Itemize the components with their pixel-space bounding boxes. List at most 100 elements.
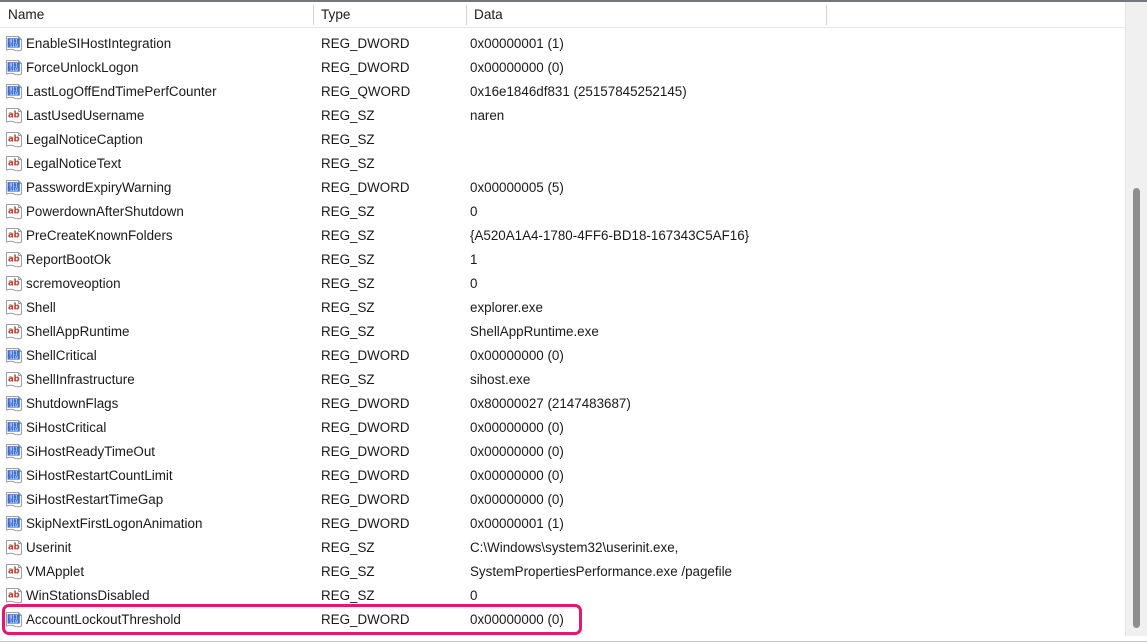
cell-value-data [470,152,1130,176]
cell-value-data: sihost.exe [470,372,531,387]
table-row[interactable]: ab VMApplet REG_SZ SystemPropertiesPerforma… [0,560,1147,584]
cell-value-type: REG_DWORD [321,420,410,435]
registry-dword-icon: 011 110 [5,443,23,461]
cell-value-type: REG_SZ [321,372,375,387]
cell-value-type: REG_DWORD [321,60,410,75]
cell-value-name: LastLogOffEndTimePerfCounter [26,84,217,99]
table-row[interactable]: ab ReportBootOk REG_SZ 1 [0,248,1147,272]
vertical-scrollbar-thumb[interactable] [1133,188,1140,628]
cell-value-name: Shell [26,300,56,315]
cell-value-name: SiHostReadyTimeOut [26,444,155,459]
registry-dword-icon: 011 110 [5,35,23,53]
table-row[interactable]: ab Shell REG_SZ explorer.exe [0,296,1147,320]
table-row[interactable]: 011 110 SiHostRestartCountLimit REG_DWORD 0x… [0,464,1147,488]
cell-value-name: LegalNoticeText [26,156,122,171]
registry-string-icon: ab [5,203,23,221]
cell-value-name: LastUsedUsername [26,108,145,123]
svg-text:110: 110 [10,451,19,457]
svg-text:ab: ab [8,374,20,384]
registry-string-icon: ab [5,251,23,269]
cell-value-data: 0 [470,276,478,291]
column-divider-data-end[interactable] [826,5,827,25]
cell-value-name: PasswordExpiryWarning [26,180,172,195]
table-row[interactable]: ab PreCreateKnownFolders REG_SZ {A520A1A4-1… [0,224,1147,248]
cell-value-data: 1 [470,252,478,267]
cell-value-name: ShutdownFlags [26,396,119,411]
cell-value-name: ReportBootOk [26,252,111,267]
table-row[interactable]: ab ShellAppRuntime REG_SZ ShellAppRuntime.e… [0,320,1147,344]
registry-string-icon: ab [5,539,23,557]
table-row[interactable]: 011 110 SiHostCritical REG_DWORD 0x00000000 … [0,416,1147,440]
table-row[interactable]: ab LastUsedUsername REG_SZ naren [0,104,1147,128]
table-row[interactable]: ab ShellInfrastructure REG_SZ sihost.exe [0,368,1147,392]
table-row[interactable]: 011 110 SiHostReadyTimeOut REG_DWORD 0x00000… [0,440,1147,464]
registry-dword-icon: 011 110 [5,467,23,485]
cell-value-data: SystemPropertiesPerformance.exe /pagefil… [470,564,732,579]
table-row[interactable]: 011 110 ForceUnlockLogon REG_DWORD 0x0000000… [0,56,1147,80]
cell-value-data: 0x00000000 (0) [470,444,564,459]
table-row[interactable]: 011 110 AccountLockoutThreshold REG_DWORD 0x… [0,608,1147,632]
registry-dword-icon: 011 110 [5,179,23,197]
registry-string-icon: ab [5,563,23,581]
cell-value-type: REG_SZ [321,588,375,603]
registry-dword-icon: 011 110 [5,611,23,629]
registry-dword-icon: 011 110 [5,395,23,413]
svg-text:ab: ab [8,254,20,264]
table-row[interactable]: ab LegalNoticeCaption REG_SZ [0,128,1147,152]
cell-value-type: REG_DWORD [321,348,410,363]
registry-string-icon: ab [5,155,23,173]
svg-text:ab: ab [8,590,20,600]
registry-dword-icon: 011 110 [5,515,23,533]
column-divider-type-data[interactable] [466,5,467,25]
table-row[interactable]: ab LegalNoticeText REG_SZ [0,152,1147,176]
vertical-scrollbar-track[interactable] [1125,2,1147,636]
cell-value-data: 0x00000001 (1) [470,36,564,51]
column-header-type[interactable]: Type [313,2,466,28]
cell-value-type: REG_DWORD [321,492,410,507]
cell-value-data: 0x00000000 (0) [470,468,564,483]
cell-value-name: EnableSIHostIntegration [26,36,172,51]
registry-rows-container: 011 110 EnableSIHostIntegration REG_DWORD 0x… [0,28,1147,642]
cell-value-data [470,128,1130,152]
registry-dword-icon: 011 110 [5,347,23,365]
table-row[interactable]: ab scremoveoption REG_SZ 0 [0,272,1147,296]
column-divider-name-type[interactable] [313,5,314,25]
cell-value-type: REG_SZ [321,252,375,267]
svg-text:110: 110 [10,475,19,481]
cell-value-data: 0 [470,588,478,603]
registry-string-icon: ab [5,131,23,149]
svg-text:110: 110 [10,187,19,193]
svg-text:110: 110 [10,91,19,97]
cell-value-type: REG_DWORD [321,36,410,51]
svg-text:ab: ab [8,326,20,336]
cell-value-type: REG_SZ [321,156,375,171]
cell-value-name: ShellAppRuntime [26,324,130,339]
list-column-header: Name Type Data [0,2,1147,28]
table-row[interactable]: 011 110 LastLogOffEndTimePerfCounter REG_QW… [0,80,1147,104]
table-row[interactable]: ab Userinit REG_SZ C:\Windows\system32\user… [0,536,1147,560]
cell-value-name: ForceUnlockLogon [26,60,139,75]
table-row[interactable]: ab WinStationsDisabled REG_SZ 0 [0,584,1147,608]
cell-value-name: PowerdownAfterShutdown [26,204,184,219]
cell-value-name: SiHostRestartTimeGap [26,492,164,507]
registry-string-icon: ab [5,107,23,125]
table-row[interactable]: 011 110 SkipNextFirstLogonAnimation REG_DWO… [0,512,1147,536]
column-header-name[interactable]: Name [0,2,313,28]
table-row[interactable]: ab PowerdownAfterShutdown REG_SZ 0 [0,200,1147,224]
table-row[interactable]: 011 110 ShutdownFlags REG_DWORD 0x80000027 (… [0,392,1147,416]
cell-value-name: ShellCritical [26,348,97,363]
svg-text:110: 110 [10,523,19,529]
cell-value-type: REG_DWORD [321,444,410,459]
registry-string-icon: ab [5,275,23,293]
registry-string-icon: ab [5,323,23,341]
svg-text:ab: ab [8,278,20,288]
registry-dword-icon: 011 110 [5,491,23,509]
cell-value-data: 0 [470,204,478,219]
table-row[interactable]: 011 110 SiHostRestartTimeGap REG_DWORD 0x000… [0,488,1147,512]
table-row[interactable]: 011 110 EnableSIHostIntegration REG_DWORD 0x… [0,32,1147,56]
column-header-data[interactable]: Data [466,2,826,28]
svg-text:110: 110 [10,403,19,409]
table-row[interactable]: 011 110 PasswordExpiryWarning REG_DWORD 0x00… [0,176,1147,200]
svg-text:ab: ab [8,542,20,552]
table-row[interactable]: 011 110 ShellCritical REG_DWORD 0x00000000 (… [0,344,1147,368]
